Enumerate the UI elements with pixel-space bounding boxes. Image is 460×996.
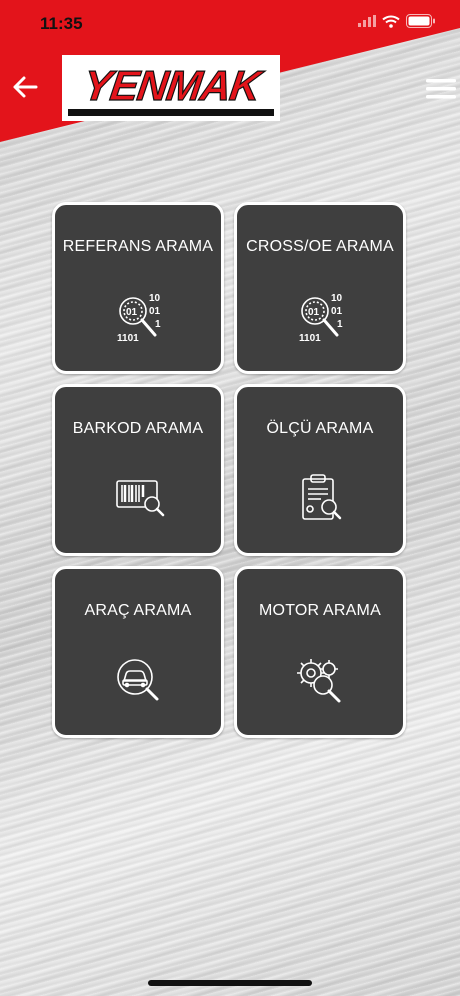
svg-text:10: 10 — [149, 293, 161, 304]
tile-label: ÖLÇÜ ARAMA — [266, 420, 374, 437]
svg-text:10: 10 — [331, 293, 343, 304]
home-indicator[interactable] — [148, 980, 312, 986]
battery-icon — [406, 14, 435, 28]
status-icons — [358, 14, 436, 28]
svg-text:01: 01 — [331, 306, 343, 317]
tile-label: REFERANS ARAMA — [62, 238, 214, 255]
tile-barkod-arama[interactable]: BARKOD ARAMA — [52, 384, 224, 556]
tile-arac-arama[interactable]: ARAÇ ARAMA — [52, 566, 224, 738]
binary-search-icon: 01 10 01 1 1101 — [299, 293, 343, 344]
tile-label: CROSS/OE ARAMA — [246, 238, 394, 255]
svg-text:1101: 1101 — [299, 333, 321, 344]
tile-label: ARAÇ ARAMA — [84, 602, 192, 619]
svg-text:1: 1 — [155, 319, 161, 330]
signal-icon — [358, 15, 376, 27]
binary-search-icon: 01 10 01 1 1101 — [117, 293, 161, 344]
status-time: 11:35 — [40, 14, 83, 33]
car-search-icon — [117, 659, 159, 701]
menu-icon[interactable] — [424, 74, 456, 104]
svg-text:01: 01 — [126, 307, 138, 318]
tile-motor-arama[interactable]: MOTOR ARAMA — [234, 566, 406, 738]
search-options-grid: REFERANS ARAMA 01 10 01 1 1101 CROSS/OE … — [52, 202, 408, 738]
back-arrow-icon[interactable] — [8, 70, 42, 104]
svg-text:01: 01 — [308, 307, 320, 318]
tile-olcu-arama[interactable]: ÖLÇÜ ARAMA — [234, 384, 406, 556]
logo-text: YENMAK — [80, 62, 267, 109]
engine-gear-search-icon — [297, 659, 341, 703]
wifi-icon — [382, 15, 400, 28]
tile-cross-oe-arama[interactable]: CROSS/OE ARAMA 01 10 01 1 1101 — [234, 202, 406, 374]
tile-label: BARKOD ARAMA — [72, 420, 204, 437]
barcode-search-icon — [116, 480, 165, 517]
tile-label: MOTOR ARAMA — [259, 602, 381, 619]
clipboard-search-icon — [302, 474, 342, 520]
svg-text:1: 1 — [337, 319, 343, 330]
tile-referans-arama[interactable]: REFERANS ARAMA 01 10 01 1 1101 — [52, 202, 224, 374]
svg-text:01: 01 — [149, 306, 161, 317]
svg-text:1101: 1101 — [117, 333, 139, 344]
brand-logo: YENMAK — [62, 55, 280, 121]
